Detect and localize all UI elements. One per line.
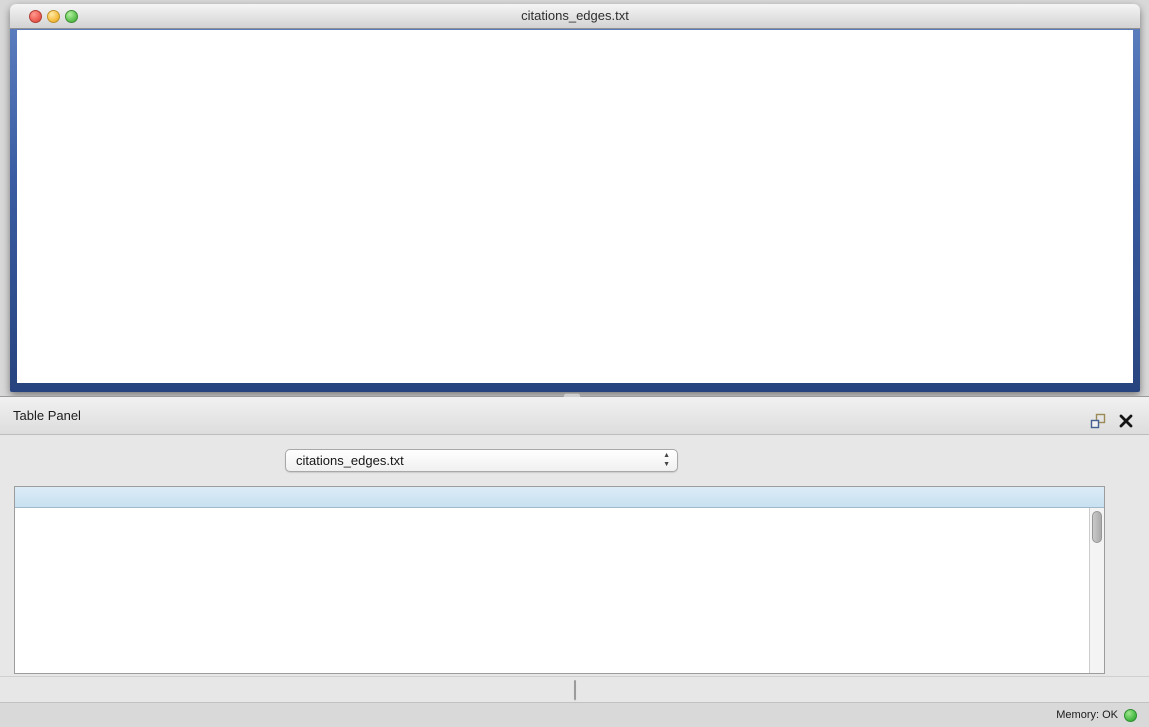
- close-panel-icon[interactable]: [1117, 407, 1135, 425]
- zoom-window-button[interactable]: [65, 10, 78, 23]
- window-titlebar[interactable]: citations_edges.txt: [10, 4, 1140, 29]
- table-type-tabs: [574, 680, 576, 700]
- memory-status-icon: [1124, 709, 1137, 722]
- memory-status-label: Memory: OK: [1056, 709, 1118, 721]
- table-scrollbar-thumb[interactable]: [1092, 511, 1102, 543]
- table-header-row: [15, 487, 1104, 508]
- window-title: citations_edges.txt: [10, 4, 1140, 28]
- network-window: citations_edges.txt: [10, 4, 1140, 392]
- table-body: [15, 508, 1089, 673]
- table-panel-title: Table Panel: [13, 408, 81, 423]
- close-window-button[interactable]: [29, 10, 42, 23]
- dropdown-arrows-icon: ▲▼: [663, 451, 670, 469]
- table-select-dropdown[interactable]: citations_edges.txt ▲▼: [285, 449, 678, 472]
- table-panel-header: Table Panel: [0, 397, 1149, 435]
- status-bar: Memory: OK: [0, 702, 1149, 727]
- app-root: { "window": { "title": "citations_edges.…: [0, 0, 1149, 727]
- table-tabs-strip: [0, 676, 1149, 703]
- table-select-value: citations_edges.txt: [296, 453, 404, 468]
- minimize-window-button[interactable]: [47, 10, 60, 23]
- table-panel: Table Panel citations_edges.txt ▲▼ Memor…: [0, 396, 1149, 727]
- network-canvas[interactable]: [17, 30, 1133, 383]
- node-table: [14, 486, 1105, 674]
- table-scrollbar[interactable]: [1089, 508, 1104, 673]
- float-panel-icon[interactable]: [1089, 407, 1107, 425]
